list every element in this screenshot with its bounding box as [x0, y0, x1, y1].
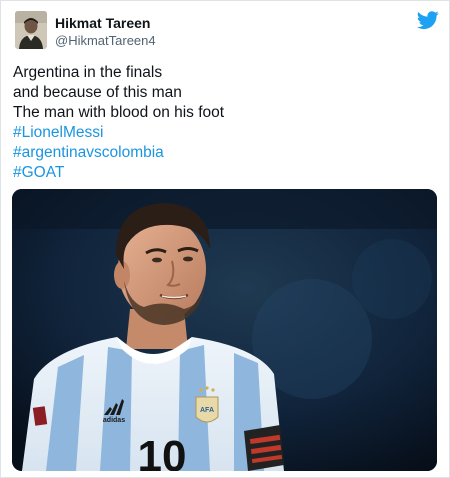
jersey-badge-text: AFA [200, 407, 214, 414]
tweet-line: and because of this man [13, 84, 182, 101]
avatar[interactable] [15, 11, 47, 49]
hashtag-link[interactable]: #argentinavscolombia [13, 143, 433, 163]
jersey-brand-text: adidas [103, 417, 125, 424]
hashtag-link[interactable]: #LionelMessi [13, 123, 433, 143]
tweet-text: Argentina in the finals and because of t… [13, 63, 433, 183]
author-names: Hikmat Tareen @HikmatTareen4 [55, 14, 156, 49]
author-handle[interactable]: @HikmatTareen4 [55, 32, 156, 49]
hashtag-link[interactable]: #GOAT [13, 163, 433, 183]
tweet-line: Argentina in the finals [13, 64, 163, 81]
tweet-card: Hikmat Tareen @HikmatTareen4 Argentina i… [0, 0, 450, 478]
messi-photo: AFA adidas 10 [12, 189, 437, 471]
jersey-number: 10 [138, 432, 187, 471]
twitter-bird-icon[interactable] [416, 9, 439, 31]
tweet-media-photo[interactable]: AFA adidas 10 [12, 189, 437, 471]
tweet-header: Hikmat Tareen @HikmatTareen4 [13, 9, 439, 53]
profile-avatar-image [15, 11, 47, 49]
tweet-line: The man with blood on his foot [13, 104, 225, 121]
author-display-name[interactable]: Hikmat Tareen [55, 14, 156, 32]
